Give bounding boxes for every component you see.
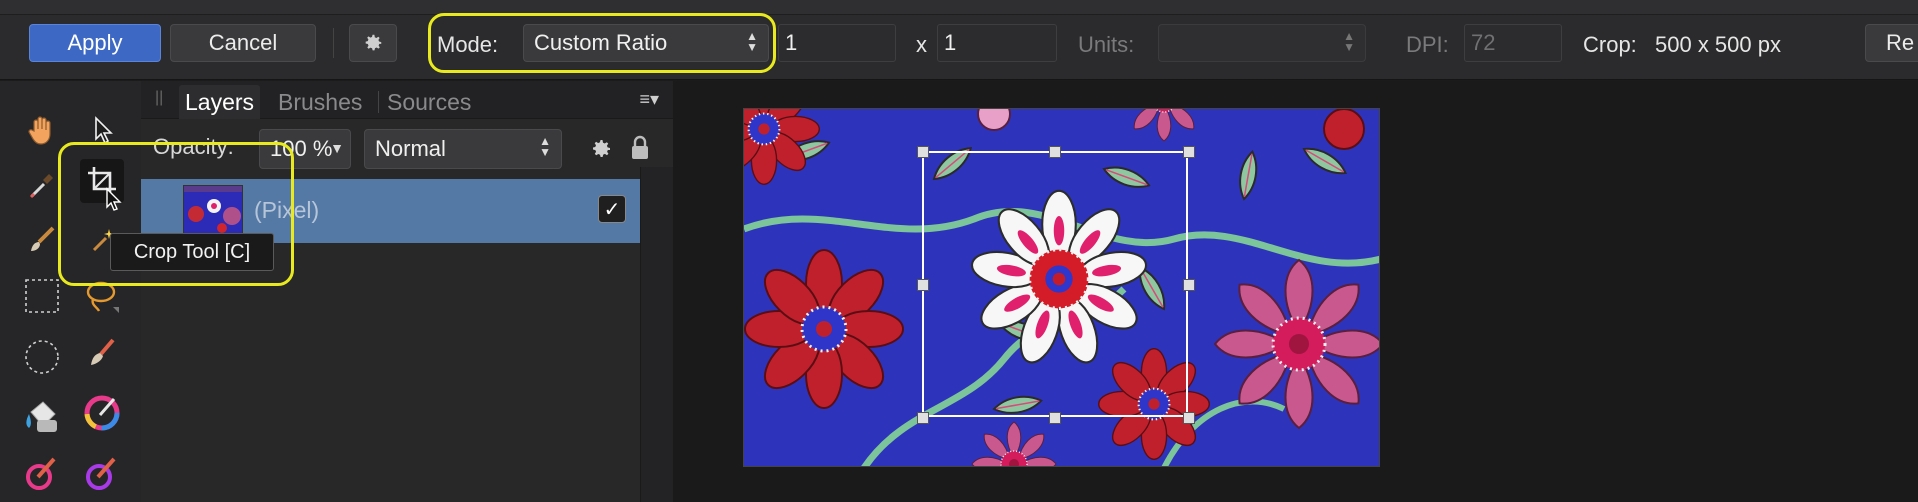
crop-handle[interactable] xyxy=(1183,412,1195,424)
select-arrows-icon: ▲ ▼ xyxy=(1343,29,1355,54)
studio-tab-bar: || Layers Brushes Sources ≡▾ xyxy=(141,81,673,119)
mode-select-value: Custom Ratio xyxy=(534,30,668,55)
layer-name: (Pixel) xyxy=(254,197,320,223)
mode-label: Mode: xyxy=(437,32,499,57)
crop-handle[interactable] xyxy=(1183,279,1195,291)
color-picker-tool[interactable] xyxy=(20,163,64,207)
opacity-label: Opacity: xyxy=(153,134,234,159)
lock-icon[interactable] xyxy=(629,135,651,161)
burn-brush-icon xyxy=(86,457,116,490)
freehand-selection-tool[interactable] xyxy=(80,274,124,318)
gradient-tool[interactable] xyxy=(80,391,124,435)
crop-size-label: Crop: xyxy=(1583,32,1637,57)
tab-divider xyxy=(378,91,379,113)
arrow-pointer-icon xyxy=(95,116,113,145)
paint-bucket-icon xyxy=(26,401,57,432)
tab-brushes[interactable]: Brushes xyxy=(272,85,368,119)
cursor-icon xyxy=(106,187,122,211)
paintbrush-icon xyxy=(31,226,55,251)
context-toolbar: Apply Cancel Mode: Custom Ratio ▲ ▼ 1 x 1… xyxy=(0,0,1918,80)
dropdown-arrow-icon: ▼ xyxy=(330,140,344,156)
crop-tool-tooltip: Crop Tool [C] xyxy=(110,233,274,271)
layer-settings-gear-icon[interactable] xyxy=(589,137,613,161)
crop-size-value: 500 x 500 px xyxy=(1655,32,1781,57)
opacity-select[interactable]: 100 % ▼ xyxy=(259,129,351,169)
crop-handle[interactable] xyxy=(1049,146,1061,158)
rectangle-selection-icon xyxy=(25,279,59,313)
tab-layers[interactable]: Layers xyxy=(179,85,261,119)
ratio-height-field[interactable]: 1 xyxy=(937,24,1057,62)
layers-panel: || Layers Brushes Sources ≡▾ Opacity: 10… xyxy=(141,81,673,502)
mode-select[interactable]: Custom Ratio ▲ ▼ xyxy=(523,24,769,62)
crop-selection-box[interactable] xyxy=(922,151,1188,417)
crop-handle[interactable] xyxy=(917,146,929,158)
color-wheel-icon xyxy=(84,395,120,431)
crop-handle[interactable] xyxy=(917,279,929,291)
tab-sources[interactable]: Sources xyxy=(381,85,477,119)
select-arrows-icon: ▲ ▼ xyxy=(746,29,758,54)
brush-tool[interactable] xyxy=(80,331,124,375)
rectangle-marquee-tool[interactable] xyxy=(20,274,64,318)
blend-mode-select[interactable]: Normal ▲ ▼ xyxy=(364,129,562,169)
dodge-brush-tool[interactable] xyxy=(20,451,64,495)
crop-tool[interactable] xyxy=(80,159,124,211)
fill-tool[interactable] xyxy=(20,395,64,439)
blend-mode-value: Normal xyxy=(375,136,446,161)
crop-handle[interactable] xyxy=(917,412,929,424)
apply-button[interactable]: Apply xyxy=(29,24,161,62)
paint-brush-tool[interactable] xyxy=(20,218,64,262)
ratio-width-field[interactable]: 1 xyxy=(778,24,896,62)
dpi-field[interactable]: 72 xyxy=(1464,24,1562,62)
move-tool[interactable] xyxy=(80,108,124,152)
affinity-photo-window: Apply Cancel Mode: Custom Ratio ▲ ▼ 1 x 1… xyxy=(0,0,1918,502)
tools-panel xyxy=(0,81,141,502)
opacity-value: 100 % xyxy=(270,136,333,161)
hand-icon xyxy=(28,116,51,145)
cancel-button[interactable]: Cancel xyxy=(170,24,316,62)
layers-scrollbar[interactable] xyxy=(640,167,673,502)
units-label: Units: xyxy=(1078,32,1135,57)
dpi-label: DPI: xyxy=(1406,32,1449,57)
view-tool[interactable] xyxy=(20,108,64,152)
units-select[interactable]: ▲ ▼ xyxy=(1158,24,1366,62)
lasso-icon xyxy=(86,281,119,313)
panel-menu-icon[interactable]: ≡▾ xyxy=(639,89,659,110)
dodge-brush-icon xyxy=(26,457,56,490)
layer-thumbnail xyxy=(183,185,243,235)
layer-properties-row: Opacity: 100 % ▼ Normal ▲ ▼ xyxy=(141,125,673,169)
crop-settings-button[interactable] xyxy=(349,24,397,62)
crop-handle[interactable] xyxy=(1049,412,1061,424)
ratio-separator: x xyxy=(916,32,927,57)
select-arrows-icon: ▲ ▼ xyxy=(539,134,551,159)
brush-icon xyxy=(91,338,115,365)
toolbar-divider xyxy=(333,28,334,58)
panel-grip-icon[interactable]: || xyxy=(155,89,163,107)
ellipse-marquee-tool[interactable] xyxy=(20,335,64,379)
gear-icon xyxy=(365,34,382,51)
eyedropper-icon xyxy=(29,174,53,199)
crop-handle[interactable] xyxy=(1183,146,1195,158)
reset-button[interactable]: Re xyxy=(1865,24,1918,62)
burn-brush-tool[interactable] xyxy=(80,451,124,495)
ellipse-selection-icon xyxy=(25,340,59,374)
layer-visibility-checkbox[interactable]: ✓ xyxy=(598,195,626,223)
